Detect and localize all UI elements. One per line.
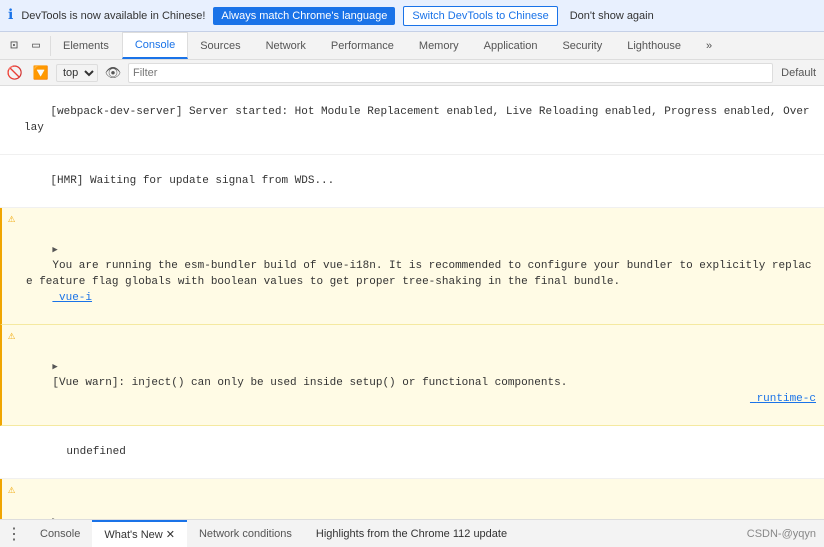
log-entry-warning: ⚠ ▶ You are running the esm-bundler buil… [0, 208, 824, 325]
console-toolbar: 🚫 🔽 top 👁 Default [0, 60, 824, 86]
dont-show-button[interactable]: Don't show again [566, 7, 658, 25]
tab-security[interactable]: Security [550, 32, 615, 59]
log-text: You are running the esm-bundler build of… [26, 260, 812, 288]
log-text: [Vue warn]: inject() can only be used in… [52, 377, 567, 389]
top-tabs: ⊡ ▭ Elements Console Sources Network Per… [0, 32, 824, 60]
log-text: [webpack-dev-server] Server started: Hot… [24, 106, 810, 134]
device-icon[interactable]: ▭ [26, 36, 46, 56]
triangle-icon: ▶ [52, 362, 57, 372]
tab-lighthouse[interactable]: Lighthouse [615, 32, 694, 59]
tab-memory[interactable]: Memory [407, 32, 472, 59]
bottom-tab-console[interactable]: Console [28, 520, 92, 547]
tab-sources[interactable]: Sources [188, 32, 253, 59]
bottom-dots[interactable]: ⋮ [0, 524, 28, 544]
log-entry: [HMR] Waiting for update signal from WDS… [0, 155, 824, 208]
filter-toggle-button[interactable]: 🔽 [30, 63, 52, 83]
warning-icon: ⚠ [8, 211, 15, 227]
log-undefined: undefined [0, 426, 824, 479]
toolbar-icons: ⊡ ▭ [0, 36, 51, 56]
log-entry-warning: ⚠ ▶ [Vue warn]: inject() can only be use… [0, 325, 824, 426]
inspect-icon[interactable]: ⊡ [4, 36, 24, 56]
info-bar: ℹ DevTools is now available in Chinese! … [0, 0, 824, 32]
tab-application[interactable]: Application [472, 32, 551, 59]
bottom-tab-network-conditions[interactable]: Network conditions [187, 520, 304, 547]
log-text: [HMR] Waiting for update signal from WDS… [50, 175, 334, 187]
bottom-tabs: Console What's New ✕ Network conditions [28, 520, 304, 547]
default-level-button[interactable]: Default [777, 67, 820, 79]
warning-icon: ⚠ [8, 328, 15, 344]
level-select[interactable]: top [56, 64, 98, 82]
triangle-icon: ▶ [52, 245, 57, 255]
watermark: CSDN-@yqyn [747, 528, 824, 540]
warning-icon: ⚠ [8, 482, 15, 498]
log-entry-warning: ⚠ ▶ [Vue warn]: Unhandled error during e… [0, 479, 824, 519]
info-icon: ℹ [8, 7, 13, 24]
bottom-tab-whatsnew[interactable]: What's New ✕ [92, 520, 187, 547]
log-entry: [webpack-dev-server] Server started: Hot… [0, 86, 824, 155]
log-link[interactable]: runtime-c [750, 391, 816, 407]
tab-performance[interactable]: Performance [319, 32, 407, 59]
bottom-bar: ⋮ Console What's New ✕ Network condition… [0, 519, 824, 547]
filter-input[interactable] [128, 63, 773, 83]
log-link[interactable]: vue-i [52, 292, 92, 304]
tab-more[interactable]: » [694, 32, 725, 59]
log-text: undefined [66, 446, 125, 458]
triangle-icon: ▶ [52, 516, 57, 519]
eye-button[interactable]: 👁 [102, 63, 124, 83]
tab-console[interactable]: Console [122, 32, 188, 59]
tab-network[interactable]: Network [254, 32, 319, 59]
info-message: DevTools is now available in Chinese! [21, 10, 205, 22]
tab-elements[interactable]: Elements [51, 32, 122, 59]
switch-language-button[interactable]: Switch DevTools to Chinese [403, 6, 557, 26]
bottom-info: Highlights from the Chrome 112 update [304, 528, 519, 540]
clear-console-button[interactable]: 🚫 [4, 63, 26, 83]
match-language-button[interactable]: Always match Chrome's language [213, 7, 395, 25]
console-output: [webpack-dev-server] Server started: Hot… [0, 86, 824, 519]
